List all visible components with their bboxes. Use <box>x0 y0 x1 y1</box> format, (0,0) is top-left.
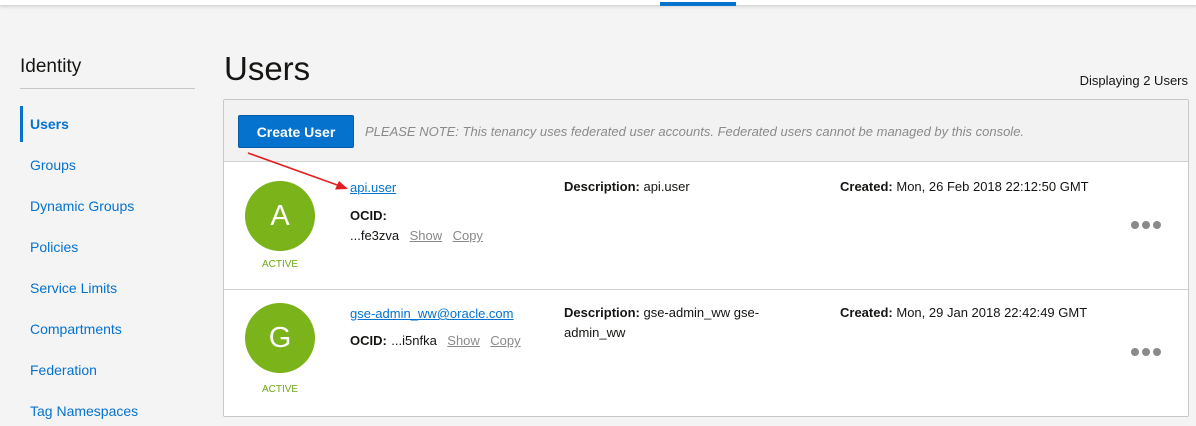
sidebar-item-groups[interactable]: Groups <box>20 147 195 183</box>
avatar: A <box>245 181 315 251</box>
description-value: api.user <box>643 179 690 194</box>
active-tab-indicator <box>660 2 736 6</box>
actions-menu-icon[interactable] <box>1128 215 1164 235</box>
sidebar-item-policies[interactable]: Policies <box>20 229 195 265</box>
created-value: Mon, 29 Jan 2018 22:42:49 GMT <box>896 305 1088 320</box>
ocid-label-text: OCID: <box>350 333 387 348</box>
sidebar-item-dynamic-groups[interactable]: Dynamic Groups <box>20 188 195 224</box>
page-title: Users <box>224 50 311 87</box>
show-ocid-link[interactable]: Show <box>447 333 480 348</box>
ocid-label-text: OCID: <box>350 208 387 223</box>
description-field: Description: gse-admin_ww gse-admin_ww <box>564 303 764 343</box>
sidebar-divider <box>20 88 195 89</box>
menu-dot <box>1142 348 1150 356</box>
ocid-value: ...fe3zva <box>350 228 400 243</box>
actions-menu-icon[interactable] <box>1128 342 1164 362</box>
sidebar-item-users[interactable]: Users <box>20 106 195 142</box>
user-row: A ACTIVE api.user OCID: ...fe3zva Show C… <box>224 163 1188 289</box>
sidebar-item-service-limits[interactable]: Service Limits <box>20 270 195 306</box>
created-label: Created: <box>840 179 893 194</box>
avatar: G <box>245 303 315 373</box>
status-badge: ACTIVE <box>261 259 299 270</box>
sidebar-item-compartments[interactable]: Compartments <box>20 311 195 347</box>
user-row: G ACTIVE gse-admin_ww@oracle.com OCID: .… <box>224 290 1188 416</box>
copy-ocid-link[interactable]: Copy <box>453 228 483 243</box>
ocid-label: OCID: <box>350 207 387 225</box>
ocid-value-row: ...fe3zva Show Copy <box>350 227 483 245</box>
show-ocid-link[interactable]: Show <box>410 228 443 243</box>
menu-dot <box>1153 348 1161 356</box>
sidebar-item-federation[interactable]: Federation <box>20 352 195 388</box>
identity-users-page: Identity Users Groups Dynamic Groups Pol… <box>0 0 1196 426</box>
ocid-value: ...i5nfka <box>391 333 437 348</box>
create-user-button[interactable]: Create User <box>238 115 354 148</box>
top-navigation-bar <box>0 0 1196 6</box>
copy-ocid-link[interactable]: Copy <box>490 333 520 348</box>
description-field: Description: api.user <box>564 177 814 197</box>
created-field: Created: Mon, 29 Jan 2018 22:42:49 GMT <box>840 303 1090 323</box>
description-label: Description: <box>564 305 640 320</box>
user-count-label: Displaying 2 Users <box>1079 73 1188 88</box>
user-name-link[interactable]: api.user <box>350 180 396 195</box>
user-name-link[interactable]: gse-admin_ww@oracle.com <box>350 306 513 321</box>
users-list-panel: Create User PLEASE NOTE: This tenancy us… <box>223 99 1189 417</box>
federation-note: PLEASE NOTE: This tenancy uses federated… <box>365 124 1025 139</box>
menu-dot <box>1153 221 1161 229</box>
status-badge: ACTIVE <box>261 384 299 395</box>
menu-dot <box>1142 221 1150 229</box>
menu-dot <box>1131 221 1139 229</box>
created-field: Created: Mon, 26 Feb 2018 22:12:50 GMT <box>840 177 1090 197</box>
created-label: Created: <box>840 305 893 320</box>
sidebar-item-tag-namespaces[interactable]: Tag Namespaces <box>20 393 195 426</box>
ocid-value-row: OCID: ...i5nfka Show Copy <box>350 332 521 350</box>
created-value: Mon, 26 Feb 2018 22:12:50 GMT <box>896 179 1089 194</box>
description-label: Description: <box>564 179 640 194</box>
menu-dot <box>1131 348 1139 356</box>
panel-toolbar: Create User PLEASE NOTE: This tenancy us… <box>224 100 1188 162</box>
sidebar-title: Identity <box>20 56 82 77</box>
